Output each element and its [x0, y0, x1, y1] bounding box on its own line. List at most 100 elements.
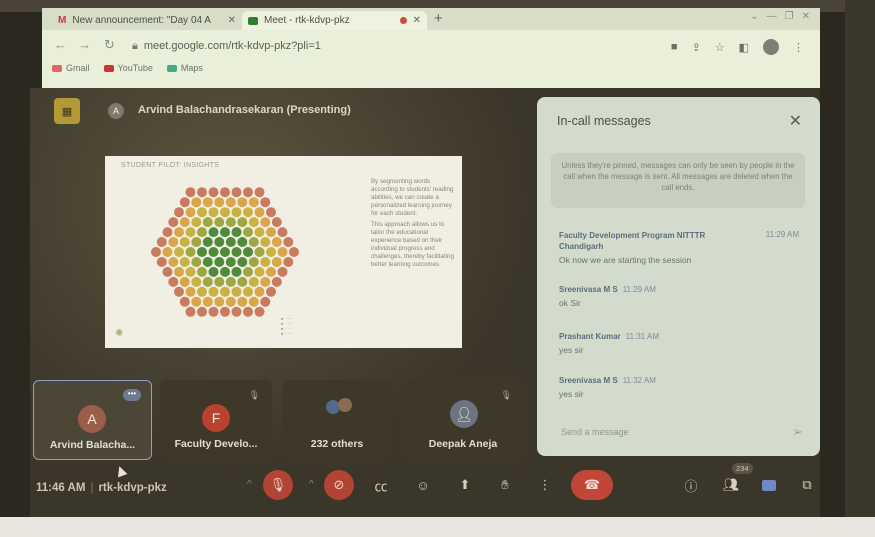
hexagon-dot [214, 217, 225, 228]
presenter-avatar: A [108, 103, 124, 119]
profile-avatar[interactable] [763, 39, 779, 55]
message-sender: Sreenivasa M S [559, 285, 618, 294]
hexagon-dot [271, 276, 282, 287]
hexagon-dot [220, 227, 230, 238]
hexagon-dot [168, 217, 179, 228]
slide-text: By segmenting words according to student… [371, 178, 456, 272]
forward-button[interactable]: → [78, 37, 91, 52]
hexagon-dot [231, 207, 242, 218]
hexagon-dot [237, 296, 248, 307]
reload-button[interactable]: ↻ [104, 37, 115, 53]
new-tab-button[interactable]: + [434, 10, 443, 27]
participant-tile-others[interactable]: 232 others [282, 380, 392, 458]
hexagon-dot [197, 266, 207, 277]
hexagon-dot [243, 207, 253, 218]
monitor-bezel-bottom [0, 517, 875, 537]
participant-tile[interactable]: 👤︎ 🎙︎ Deepak Aneja [402, 380, 524, 458]
more-options-button[interactable]: ⋮ [530, 470, 560, 500]
hexagon-dot [266, 286, 276, 297]
hexagon-dot [271, 257, 282, 267]
close-tab-icon[interactable]: ✕ [228, 15, 236, 26]
minimize-button[interactable]: — [767, 11, 777, 22]
hexagon-dot [220, 187, 230, 198]
hexagon-dot [254, 227, 265, 238]
hexagon-dot [208, 247, 219, 257]
hexagon-dot [156, 237, 167, 247]
present-screen-icon: ⬆ [459, 477, 471, 492]
camera-icon[interactable]: ■ [671, 41, 678, 53]
slide-title: STUDENT PILOT: INSIGHTS [121, 162, 220, 169]
hexagon-dot [197, 306, 207, 317]
tab-gmail[interactable]: M New announcement: "Day 04 A ✕ [52, 11, 242, 30]
send-message-input[interactable]: Send a message ➢ [551, 420, 807, 446]
chevron-down-icon[interactable]: ⌄ [750, 11, 758, 22]
hexagon-dot [225, 237, 236, 247]
chat-message: Sreenivasa M S 11:32 AM yes sir [559, 375, 799, 399]
hexagon-dot [185, 207, 196, 218]
hexagon-dot [225, 197, 236, 208]
hexagon-dot [185, 247, 196, 257]
bookmark-star-icon[interactable]: ☆ [715, 41, 725, 54]
chevron-up-icon[interactable]: ^ [247, 479, 252, 490]
tab-meet[interactable]: Meet - rtk-kdvp-pkz ✕ [242, 11, 427, 30]
captions-icon: ㏄ [374, 478, 388, 494]
close-tab-icon[interactable]: ✕ [413, 15, 421, 26]
slide-paragraph: This approach allows us to tailor the ed… [371, 221, 454, 268]
more-options-button[interactable]: ••• [123, 389, 141, 401]
browser-chrome: M New announcement: "Day 04 A ✕ Meet - r… [42, 8, 820, 88]
hexagon-dot [243, 247, 253, 257]
present-button[interactable]: ⬆ [450, 470, 480, 500]
reactions-button[interactable]: ☺ [408, 470, 438, 500]
presentation-icon[interactable]: ▦ [54, 98, 80, 124]
bookmark-gmail[interactable]: Gmail [52, 63, 90, 73]
toolbar-icons: ■ ⇪ ☆ ◧ ⋮ [671, 39, 804, 55]
hexagon-dot [266, 247, 276, 257]
people-button[interactable]: 👥︎ [716, 470, 746, 500]
hexagon-dot [208, 227, 219, 238]
hexagon-dot [197, 187, 207, 198]
hexagon-dot-diagram [151, 187, 299, 317]
activities-button[interactable]: ⧉ [792, 470, 822, 500]
hexagon-dot [231, 306, 242, 317]
send-icon[interactable]: ➢ [792, 424, 803, 440]
address-bar-row: ← → ↻ 🔒︎ meet.google.com/rtk-kdvp-pkz?pli… [42, 34, 820, 60]
hexagon-dot [185, 187, 196, 198]
avatar [338, 398, 352, 412]
hexagon-dot [254, 286, 265, 297]
hexagon-dot [243, 266, 253, 277]
bookmark-youtube[interactable]: YouTube [103, 63, 153, 73]
meeting-details-button[interactable]: ⓘ [676, 470, 706, 500]
menu-icon[interactable]: ⋮ [793, 41, 804, 54]
chat-button[interactable] [754, 470, 784, 500]
camera-toggle-button[interactable]: ⊘ [324, 470, 354, 500]
tab-strip: M New announcement: "Day 04 A ✕ Meet - r… [42, 8, 820, 30]
hexagon-dot [266, 227, 276, 238]
emoji-icon: ☺ [416, 477, 430, 493]
hexagon-dot [231, 286, 242, 297]
camera-off-icon: ⊘ [333, 477, 345, 492]
close-window-button[interactable]: ✕ [802, 11, 810, 22]
share-icon[interactable]: ⇪ [692, 41, 701, 54]
back-button[interactable]: ← [54, 37, 67, 52]
hexagon-dot [197, 286, 207, 297]
participant-tile[interactable]: F 🎙︎ Faculty Develo... [160, 380, 272, 458]
gmail-icon: M [58, 15, 67, 26]
end-call-button[interactable]: ☎︎ [571, 470, 613, 500]
participant-name: Deepak Aneja [428, 438, 498, 450]
captions-button[interactable]: ㏄ [366, 470, 396, 500]
raise-hand-button[interactable]: ✋︎ [490, 470, 520, 500]
address-bar[interactable]: 🔒︎ meet.google.com/rtk-kdvp-pkz?pli=1 [132, 40, 321, 53]
hexagon-dot [156, 257, 167, 267]
bookmark-maps[interactable]: Maps [166, 63, 203, 73]
hexagon-dot [266, 207, 276, 218]
meeting-code: rtk-kdvp-pkz [98, 482, 167, 494]
mic-toggle-button[interactable]: 🎙︎ [263, 470, 293, 500]
hexagon-dot [283, 237, 294, 247]
participant-tile[interactable]: A ••• Arvind Balacha... [33, 380, 152, 460]
sidepanel-icon[interactable]: ◧ [739, 41, 749, 54]
hexagon-dot [174, 247, 184, 257]
chevron-up-icon[interactable]: ^ [309, 479, 314, 490]
restore-button[interactable]: ❐ [785, 11, 794, 22]
message-text: Ok now we are starting the session [559, 255, 692, 265]
close-icon[interactable]: ✕ [789, 111, 802, 131]
